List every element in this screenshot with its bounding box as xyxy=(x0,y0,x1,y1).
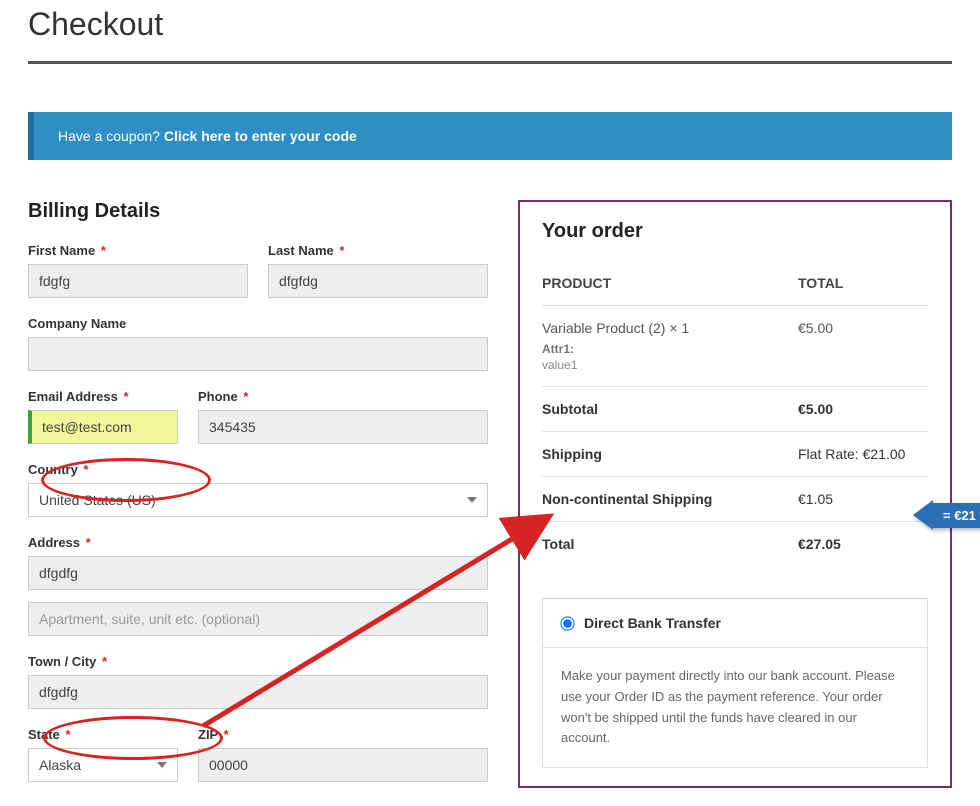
extra-shipping-label: Non-continental Shipping xyxy=(542,477,798,522)
payment-method: Direct Bank Transfer xyxy=(542,598,928,648)
col-product: PRODUCT xyxy=(542,267,798,306)
last-name-label: Last Name * xyxy=(268,243,488,258)
chevron-down-icon xyxy=(157,762,167,768)
total-value: €27.05 xyxy=(798,522,928,567)
order-summary: Your order PRODUCT TOTAL Variable Produc… xyxy=(518,200,952,788)
state-select[interactable]: Alaska xyxy=(28,748,178,782)
payment-description: Make your payment directly into our bank… xyxy=(542,648,928,768)
total-label: Total xyxy=(542,522,798,567)
address-input[interactable] xyxy=(28,556,488,590)
col-total: TOTAL xyxy=(798,267,928,306)
city-input[interactable] xyxy=(28,675,488,709)
company-label: Company Name xyxy=(28,316,488,331)
phone-label: Phone * xyxy=(198,389,488,404)
last-name-input[interactable] xyxy=(268,264,488,298)
payment-option-label: Direct Bank Transfer xyxy=(584,615,721,631)
coupon-prompt: Have a coupon? xyxy=(58,128,164,144)
zip-input[interactable] xyxy=(198,748,488,782)
state-label: State * xyxy=(28,727,178,742)
coupon-link[interactable]: Click here to enter your code xyxy=(164,128,357,144)
coupon-notice[interactable]: Have a coupon? Click here to enter your … xyxy=(28,112,952,160)
billing-heading: Billing Details xyxy=(28,200,488,223)
email-label: Email Address * xyxy=(28,389,178,404)
city-label: Town / City * xyxy=(28,654,488,669)
email-input[interactable] xyxy=(28,410,178,444)
phone-input[interactable] xyxy=(198,410,488,444)
company-input[interactable] xyxy=(28,337,488,371)
product-cell: Variable Product (2) × 1 Attr1: value1 xyxy=(542,306,798,387)
zip-label: ZIP * xyxy=(198,727,488,742)
product-total: €5.00 xyxy=(798,306,928,387)
order-heading: Your order xyxy=(542,220,928,243)
page-title: Checkout xyxy=(28,6,952,43)
payment-radio-bank[interactable] xyxy=(560,616,574,630)
title-divider xyxy=(28,61,952,64)
subtotal-value: €5.00 xyxy=(798,387,928,432)
first-name-input[interactable] xyxy=(28,264,248,298)
subtotal-label: Subtotal xyxy=(542,387,798,432)
shipping-label: Shipping xyxy=(542,432,798,477)
shipping-value: Flat Rate: €21.00 xyxy=(798,432,928,477)
address-label: Address * xyxy=(28,535,488,550)
chevron-down-icon xyxy=(467,497,477,503)
address2-input[interactable] xyxy=(28,602,488,636)
state-value: Alaska xyxy=(39,757,81,773)
first-name-label: First Name * xyxy=(28,243,248,258)
country-value: United States (US) xyxy=(39,492,156,508)
extra-shipping-value: €1.05 xyxy=(798,477,928,522)
country-label: Country * xyxy=(28,462,488,477)
country-select[interactable]: United States (US) xyxy=(28,483,488,517)
